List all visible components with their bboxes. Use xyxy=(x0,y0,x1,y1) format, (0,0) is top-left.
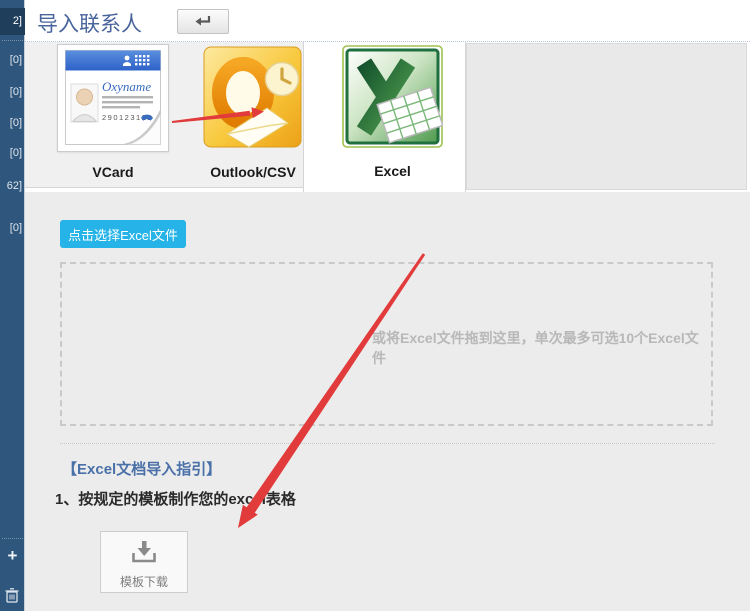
sidebar-item[interactable]: [0] xyxy=(0,141,25,165)
guide-title: 【Excel文档导入指引】 xyxy=(62,458,221,479)
import-source-tabs: Oxyname 290123122 VCard xyxy=(25,42,750,192)
tab-label: Outlook/CSV xyxy=(203,164,303,180)
page-title: 导入联系人 xyxy=(37,8,142,38)
tab-vcard[interactable]: Oxyname 290123122 VCard xyxy=(57,44,169,180)
select-excel-file-button[interactable]: 点击选择Excel文件 xyxy=(60,220,186,248)
outlook-icon xyxy=(203,46,303,155)
template-download-label: 模板下载 xyxy=(101,573,187,590)
tab-outlook-csv[interactable]: Outlook/CSV xyxy=(203,46,303,180)
tab-label: VCard xyxy=(57,164,169,180)
guide-step-1: 1、按规定的模板制作您的excel表格 xyxy=(55,488,296,509)
sidebar-item[interactable]: [0] xyxy=(0,80,25,104)
dropzone-hint: 或将Excel文件拖到这里，单次最多可选10个Excel文件 xyxy=(372,328,711,368)
template-download-button[interactable]: 模板下载 xyxy=(100,531,188,593)
tab-excel[interactable]: Excel xyxy=(342,45,443,179)
tab-label: Excel xyxy=(342,163,443,179)
trash-icon[interactable] xyxy=(5,588,19,608)
tabstrip-filler-panel xyxy=(466,43,747,190)
back-button[interactable] xyxy=(177,9,229,34)
sidebar-item[interactable]: [0] xyxy=(0,48,25,72)
file-dropzone[interactable]: 或将Excel文件拖到这里，单次最多可选10个Excel文件 xyxy=(60,262,713,426)
sidebar-item[interactable]: 2] xyxy=(0,8,25,35)
download-icon xyxy=(131,550,157,567)
undo-arrow-icon xyxy=(195,13,212,31)
vcard-brand-text: Oxyname xyxy=(102,79,151,94)
sidebar-item[interactable]: [0] xyxy=(0,111,25,135)
section-divider xyxy=(60,443,715,444)
sidebar-item[interactable]: [0] xyxy=(0,216,25,240)
add-icon[interactable]: + xyxy=(0,546,25,566)
page-header: 导入联系人 xyxy=(25,0,750,42)
excel-import-panel: 点击选择Excel文件 或将Excel文件拖到这里，单次最多可选10个Excel… xyxy=(25,192,750,611)
sidebar-item[interactable]: 62] xyxy=(0,174,25,198)
sidebar-divider xyxy=(2,538,23,539)
excel-icon xyxy=(342,45,443,154)
vcard-icon: Oxyname 290123122 xyxy=(57,44,169,152)
sidebar: 2] [0] [0] [0] [0] 62] [0] + xyxy=(0,0,25,611)
sidebar-divider xyxy=(2,40,23,41)
